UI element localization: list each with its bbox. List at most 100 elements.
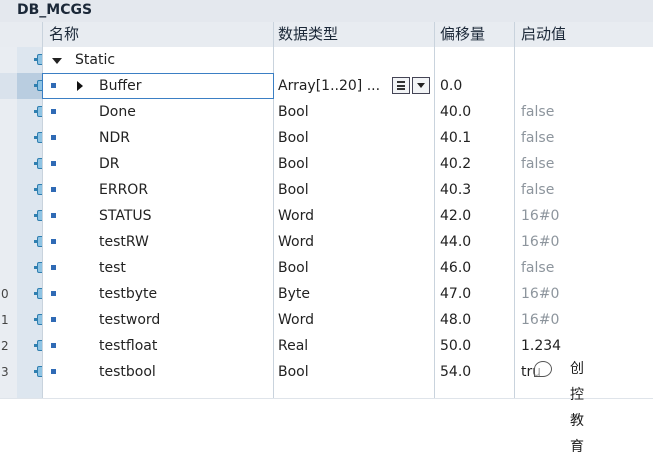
- table-row[interactable]: 3 testbool Bool 54.0 tru: [0, 359, 653, 386]
- table-row[interactable]: NDR Bool 40.1 false: [0, 125, 653, 152]
- table-row[interactable]: 1 testword Word 48.0 16#0: [0, 307, 653, 334]
- start-value-cell[interactable]: false: [515, 99, 653, 125]
- data-type-value: Real: [278, 338, 309, 354]
- table-row[interactable]: test Bool 46.0 false: [0, 255, 653, 282]
- variable-bullet-icon: [51, 83, 56, 88]
- variable-name: Done: [99, 104, 136, 120]
- row-number: [0, 203, 17, 229]
- name-cell[interactable]: testfloat: [42, 333, 274, 359]
- row-number: [0, 229, 17, 255]
- table-row[interactable]: STATUS Word 42.0 16#0: [0, 203, 653, 230]
- name-cell[interactable]: testRW: [42, 229, 274, 255]
- variable-name: testbyte: [99, 286, 158, 302]
- type-dropdown-icon[interactable]: [412, 77, 430, 94]
- name-cell[interactable]: DR: [42, 151, 274, 177]
- empty-row: [0, 385, 653, 399]
- row-number: [0, 385, 17, 398]
- variable-name: testRW: [99, 234, 149, 250]
- name-cell[interactable]: testbyte: [42, 281, 274, 307]
- row-icon-cell: [17, 359, 42, 385]
- variable-name: testword: [99, 312, 161, 328]
- data-type-value: Word: [278, 234, 314, 250]
- row-icon-cell: [17, 307, 42, 333]
- row-icon-cell: [17, 333, 42, 359]
- type-cell[interactable]: Bool: [274, 255, 435, 281]
- name-cell[interactable]: testbool: [42, 359, 274, 385]
- offset-cell: 44.0: [435, 229, 515, 255]
- type-cell[interactable]: Word: [274, 307, 435, 333]
- offset-cell: 54.0: [435, 359, 515, 385]
- start-value-cell[interactable]: 16#0: [515, 307, 653, 333]
- start-value-cell[interactable]: [515, 73, 653, 99]
- type-cell[interactable]: Word: [274, 203, 435, 229]
- type-cell[interactable]: Bool: [274, 177, 435, 203]
- data-type-value: Bool: [278, 156, 309, 172]
- table-row[interactable]: DR Bool 40.2 false: [0, 151, 653, 178]
- start-value-cell[interactable]: false: [515, 151, 653, 177]
- start-value-cell[interactable]: 16#0: [515, 203, 653, 229]
- start-value-cell[interactable]: false: [515, 125, 653, 151]
- header-number-column: [0, 22, 17, 47]
- static-name-cell[interactable]: Static: [42, 47, 274, 73]
- row-number: [0, 255, 17, 281]
- offset-cell: 47.0: [435, 281, 515, 307]
- type-cell[interactable]: Real: [274, 333, 435, 359]
- header-offset[interactable]: 偏移量: [435, 22, 515, 47]
- variable-name: STATUS: [99, 208, 152, 224]
- table-row[interactable]: Done Bool 40.0 false: [0, 99, 653, 126]
- name-cell[interactable]: STATUS: [42, 203, 274, 229]
- name-cell[interactable]: test: [42, 255, 274, 281]
- row-icon-cell: [17, 385, 42, 398]
- data-type-value: Bool: [278, 130, 309, 146]
- start-value-cell[interactable]: 1.234: [515, 333, 653, 359]
- variable-bullet-icon: [51, 109, 56, 114]
- header-type[interactable]: 数据类型: [274, 22, 435, 47]
- offset-cell: 40.3: [435, 177, 515, 203]
- start-value-cell: [515, 47, 653, 73]
- name-cell[interactable]: Buffer: [42, 73, 274, 99]
- table-row[interactable]: ERROR Bool 40.3 false: [0, 177, 653, 204]
- block-title: DB_MCGS: [0, 0, 653, 22]
- type-list-icon[interactable]: [392, 77, 410, 94]
- header-start-value[interactable]: 启动值: [515, 22, 653, 47]
- db-editor: DB_MCGS 名称 数据类型 偏移量 启动值 Static Buffer Arr: [0, 0, 653, 455]
- offset-cell: 40.0: [435, 99, 515, 125]
- start-value-cell[interactable]: false: [515, 255, 653, 281]
- variable-bullet-icon: [51, 343, 56, 348]
- name-cell[interactable]: Done: [42, 99, 274, 125]
- row-number: [0, 73, 17, 99]
- expand-arrow-icon[interactable]: [77, 81, 83, 91]
- table-row[interactable]: testRW Word 44.0 16#0: [0, 229, 653, 256]
- offset-cell: 48.0: [435, 307, 515, 333]
- type-cell[interactable]: Bool: [274, 151, 435, 177]
- start-value-cell[interactable]: false: [515, 177, 653, 203]
- name-cell[interactable]: NDR: [42, 125, 274, 151]
- data-type-value: Bool: [278, 182, 309, 198]
- offset-cell: 42.0: [435, 203, 515, 229]
- type-cell[interactable]: Bool: [274, 125, 435, 151]
- name-cell[interactable]: ERROR: [42, 177, 274, 203]
- start-value-cell[interactable]: 16#0: [515, 281, 653, 307]
- variable-name: testbool: [99, 364, 156, 380]
- header-name[interactable]: 名称: [42, 22, 274, 47]
- variable-bullet-icon: [51, 161, 56, 166]
- variable-bullet-icon: [51, 369, 56, 374]
- table-row[interactable]: Buffer Array[1..20] ... 0.0: [0, 73, 653, 100]
- data-type-value: Bool: [278, 104, 309, 120]
- type-cell[interactable]: Bool: [274, 99, 435, 125]
- start-value-cell[interactable]: 16#0: [515, 229, 653, 255]
- row-icon-cell: [17, 281, 42, 307]
- table-row[interactable]: 0 testbyte Byte 47.0 16#0: [0, 281, 653, 308]
- variable-bullet-icon: [51, 239, 56, 244]
- name-cell[interactable]: testword: [42, 307, 274, 333]
- collapse-arrow-icon[interactable]: [52, 58, 62, 64]
- static-section-row[interactable]: Static: [0, 47, 653, 74]
- type-cell[interactable]: Byte: [274, 281, 435, 307]
- offset-cell: 0.0: [435, 73, 515, 99]
- type-cell[interactable]: Array[1..20] ...: [274, 73, 435, 99]
- data-type-value: Word: [278, 208, 314, 224]
- type-cell[interactable]: Bool: [274, 359, 435, 385]
- type-cell[interactable]: Word: [274, 229, 435, 255]
- table-row[interactable]: 2 testfloat Real 50.0 1.234: [0, 333, 653, 360]
- row-icon-cell: [17, 203, 42, 229]
